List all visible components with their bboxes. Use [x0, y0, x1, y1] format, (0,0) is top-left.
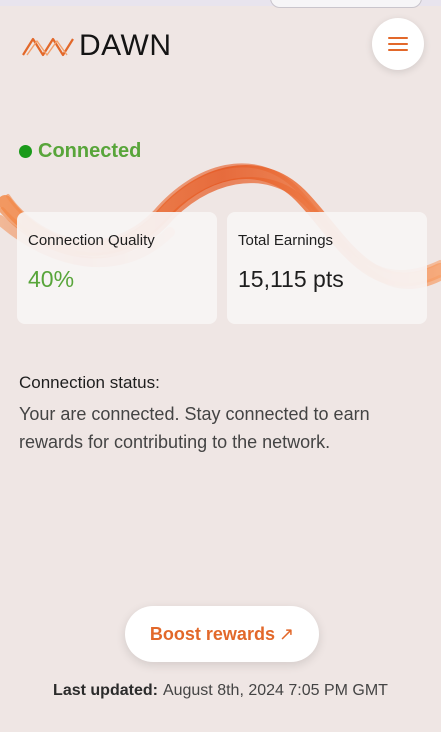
- menu-button[interactable]: [372, 18, 424, 70]
- app-header: DAWN: [0, 18, 441, 74]
- total-earnings-value: 15,115 pts: [238, 266, 344, 292]
- connection-quality-title: Connection Quality: [28, 232, 155, 249]
- connection-status-text: Your are connected. Stay connected to ea…: [19, 404, 370, 452]
- address-bar-edge: [270, 0, 422, 8]
- connection-status-indicator: Connected: [19, 138, 141, 164]
- connection-quality-card: Connection Quality 40%: [17, 212, 217, 324]
- total-earnings-card: Total Earnings 15,115 pts: [227, 212, 427, 324]
- status-dot: [19, 144, 32, 158]
- last-updated: Last updated: August 8th, 2024 7:05 PM GM…: [0, 682, 441, 700]
- connection-status-heading: Connection status:: [19, 373, 160, 392]
- connection-quality-value: 40%: [28, 266, 75, 292]
- last-updated-value: August 8th, 2024 7:05 PM GMT: [162, 682, 388, 699]
- dawn-logo[interactable]: DAWN: [21, 30, 172, 62]
- total-earnings-title: Total Earnings: [238, 232, 334, 249]
- boost-rewards-label: Boost rewards: [149, 623, 275, 644]
- boost-rewards-button[interactable]: Boost rewards ↗: [125, 606, 319, 662]
- status-label: Connected: [38, 139, 142, 162]
- hamburger-menu-icon: [388, 33, 408, 55]
- wave-logo-icon: [22, 37, 74, 57]
- browser-top-strip: [0, 0, 441, 8]
- external-link-arrow-icon: ↗: [278, 623, 295, 644]
- last-updated-label: Last updated:: [53, 682, 158, 699]
- brand-name: DAWN: [79, 29, 172, 62]
